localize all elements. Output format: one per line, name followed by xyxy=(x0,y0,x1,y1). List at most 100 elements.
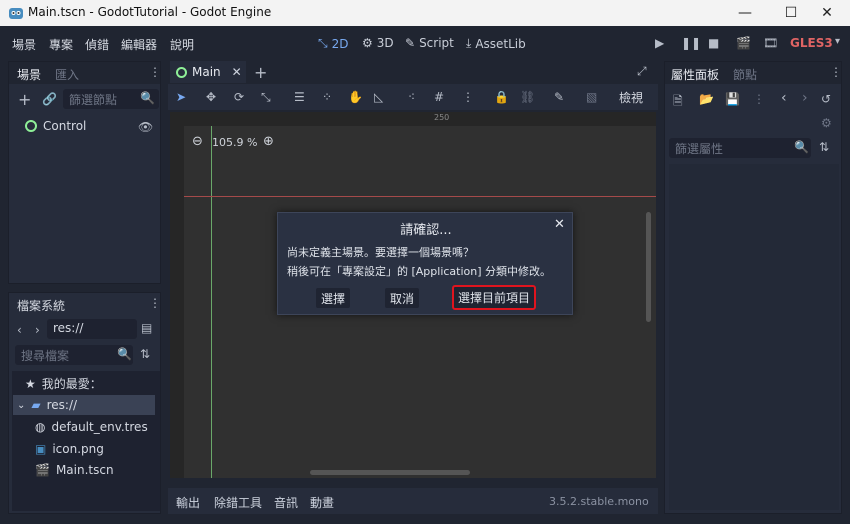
vertical-scrollbar[interactable] xyxy=(646,212,651,322)
tab-inspector[interactable]: 屬性面板 xyxy=(671,66,719,83)
forward-arrow-icon[interactable]: › xyxy=(35,323,40,337)
scene-tree-node-control[interactable]: Control xyxy=(25,119,86,133)
editor-tab-bar: Main ✕ + ⤢ xyxy=(168,61,658,83)
cancel-button[interactable]: 取消 xyxy=(385,288,419,308)
distraction-free-icon[interactable]: ⤢ xyxy=(637,64,647,79)
filesystem-menu-icon[interactable]: ⋮ xyxy=(149,296,161,310)
add-node-icon[interactable]: + xyxy=(18,90,31,109)
visibility-eye-icon[interactable]: 👁 xyxy=(138,120,153,134)
property-filter-input[interactable]: 篩選屬性 xyxy=(669,138,811,158)
file-row-icon-png[interactable]: ▣ icon.png xyxy=(35,442,104,456)
menu-project[interactable]: 專案 xyxy=(49,36,73,53)
zoom-out-icon[interactable]: ⊖ xyxy=(192,134,203,149)
select-button[interactable]: 選擇 xyxy=(316,288,350,308)
history-forward-icon[interactable]: › xyxy=(802,90,808,106)
file-tree xyxy=(12,371,160,511)
mode-3d-button[interactable]: ⚙ 3D xyxy=(362,36,394,50)
skeleton-icon[interactable]: ✎ xyxy=(554,90,564,104)
object-tools-icon[interactable]: ⚙ xyxy=(821,116,832,130)
bottom-tab-animation[interactable]: 動畫 xyxy=(310,494,334,511)
dialog-message-line2: 稍後可在「專案設定」的 [Application] 分類中修改。 xyxy=(287,265,552,278)
control-node-icon xyxy=(176,66,187,78)
sort-icon[interactable]: ⇅ xyxy=(140,347,150,361)
folder-icon: ▰ xyxy=(31,398,41,412)
bottom-tab-output[interactable]: 輸出 xyxy=(176,494,200,511)
tab-scene[interactable]: 場景 xyxy=(17,66,41,83)
history-icon[interactable]: ↺ xyxy=(821,92,831,106)
back-arrow-icon[interactable]: ‹ xyxy=(17,323,22,337)
smart-snap-icon[interactable]: ⁖ xyxy=(408,90,415,104)
file-row-default-env[interactable]: ◍ default_env.tres xyxy=(35,420,148,434)
ruler-label-250: 250 xyxy=(434,113,450,122)
star-icon: ★ xyxy=(25,376,36,391)
window-title: Main.tscn - GodotTutorial - Godot Engine xyxy=(28,5,272,19)
resource-menu-icon[interactable]: ⋮ xyxy=(753,92,765,106)
dialog-message-line1: 尚未定義主場景。要選擇一個場景嗎？ xyxy=(287,246,474,259)
menu-editor[interactable]: 編輯器 xyxy=(121,36,157,53)
select-current-button[interactable]: 選擇目前項目 xyxy=(452,285,536,310)
property-options-icon[interactable]: ⇅ xyxy=(819,140,829,154)
open-folder-icon[interactable]: 📂 xyxy=(699,92,714,106)
window-title-bar: Main.tscn - GodotTutorial - Godot Engine… xyxy=(0,0,850,26)
filesystem-title: 檔案系統 xyxy=(17,299,66,313)
horizontal-scrollbar[interactable] xyxy=(310,470,470,475)
split-view-icon[interactable]: ▤ xyxy=(141,321,152,335)
file-row-main-tscn[interactable]: 🎬 Main.tscn xyxy=(35,463,114,477)
stop-icon[interactable]: ■ xyxy=(708,36,719,50)
menu-help[interactable]: 說明 xyxy=(170,36,194,53)
snap-options-icon[interactable]: ⋮ xyxy=(462,90,474,104)
bottom-tab-debugger[interactable]: 除錯工具 xyxy=(214,494,262,511)
play-scene-icon[interactable]: 🎬 xyxy=(736,36,751,50)
pause-icon[interactable]: ❚❚ xyxy=(681,36,701,50)
zoom-in-icon[interactable]: ⊕ xyxy=(263,134,274,149)
menu-debug[interactable]: 偵錯 xyxy=(85,36,109,53)
main-menu-bar: 場景 專案 偵錯 編輯器 說明 ⤡ 2D ⚙ 3D ✎ Script ⤓ AssetLi… xyxy=(0,26,850,60)
new-resource-icon[interactable]: 🗎 xyxy=(673,92,683,113)
history-back-icon[interactable]: ‹ xyxy=(781,90,787,106)
tab-import[interactable]: 匯入 xyxy=(55,66,79,83)
inspector-dock: 屬性面板 節點 ⋮ 🗎 📂 💾 ⋮ ‹ › ↺ ⚙ 篩選屬性 🔍 ⇅ xyxy=(664,61,842,514)
mode-script-button[interactable]: ✎ Script xyxy=(405,36,454,50)
renderer-selector[interactable]: GLES3 xyxy=(790,36,833,50)
mode-2d-button[interactable]: ⤡ 2D xyxy=(318,36,348,51)
pan-tool-icon[interactable]: ✋ xyxy=(348,90,363,104)
control-node-icon xyxy=(25,120,37,132)
rotate-tool-icon[interactable]: ⟳ xyxy=(234,90,244,104)
menu-scene[interactable]: 場景 xyxy=(12,36,36,53)
close-window-icon[interactable]: ✕ xyxy=(804,0,850,26)
play-icon[interactable]: ▶ xyxy=(655,36,664,50)
pivot-tool-icon[interactable]: ⁘ xyxy=(322,90,332,104)
grid-snap-icon[interactable]: # xyxy=(434,90,444,104)
path-field[interactable]: res:// xyxy=(47,319,137,339)
move-tool-icon[interactable]: ✥ xyxy=(206,90,216,104)
link-icon[interactable]: 🔗 xyxy=(42,92,57,106)
camera-override-icon[interactable]: ▧ xyxy=(586,90,597,104)
zoom-level[interactable]: 105.9 % xyxy=(212,136,257,149)
list-select-icon[interactable]: ☰ xyxy=(294,90,305,104)
group-icon[interactable]: ⛓ xyxy=(520,90,535,104)
inspector-menu-icon[interactable]: ⋮ xyxy=(830,65,842,79)
tab-node[interactable]: 節點 xyxy=(733,66,757,83)
favorites-row[interactable]: ★ 我的最愛： xyxy=(25,375,102,392)
minimize-icon[interactable]: — xyxy=(722,0,768,26)
root-folder-row[interactable]: ⌄ ▰ res:// xyxy=(17,398,77,412)
scene-dock: 場景 匯入 ⋮ + 🔗 篩選節點 🔍 Control 👁 xyxy=(8,61,161,284)
close-tab-icon[interactable]: ✕ xyxy=(232,65,242,79)
renderer-dropdown-icon[interactable]: ▾ xyxy=(835,36,840,47)
add-tab-icon[interactable]: + xyxy=(254,63,267,82)
ruler-tool-icon[interactable]: ◺ xyxy=(374,90,383,104)
save-icon[interactable]: 💾 xyxy=(725,92,740,106)
search-icon: 🔍 xyxy=(117,347,132,361)
lock-icon[interactable]: 🔒 xyxy=(494,90,509,104)
view-menu[interactable]: 檢視 xyxy=(619,89,643,106)
scale-tool-icon[interactable]: ⤡ xyxy=(261,90,271,105)
dock-menu-icon[interactable]: ⋮ xyxy=(149,65,161,79)
mode-assetlib-button[interactable]: ⤓ AssetLib xyxy=(466,36,526,51)
dialog-close-icon[interactable]: ✕ xyxy=(554,217,565,232)
play-custom-scene-icon[interactable]: 🎞 xyxy=(763,36,778,50)
bottom-tab-audio[interactable]: 音訊 xyxy=(274,494,298,511)
tab-main[interactable]: Main ✕ xyxy=(170,61,246,83)
file-search-input[interactable]: 搜尋檔案 xyxy=(15,345,133,365)
assetlib-icon: ⤓ xyxy=(466,36,472,50)
select-tool-icon[interactable]: ➤ xyxy=(176,90,186,104)
